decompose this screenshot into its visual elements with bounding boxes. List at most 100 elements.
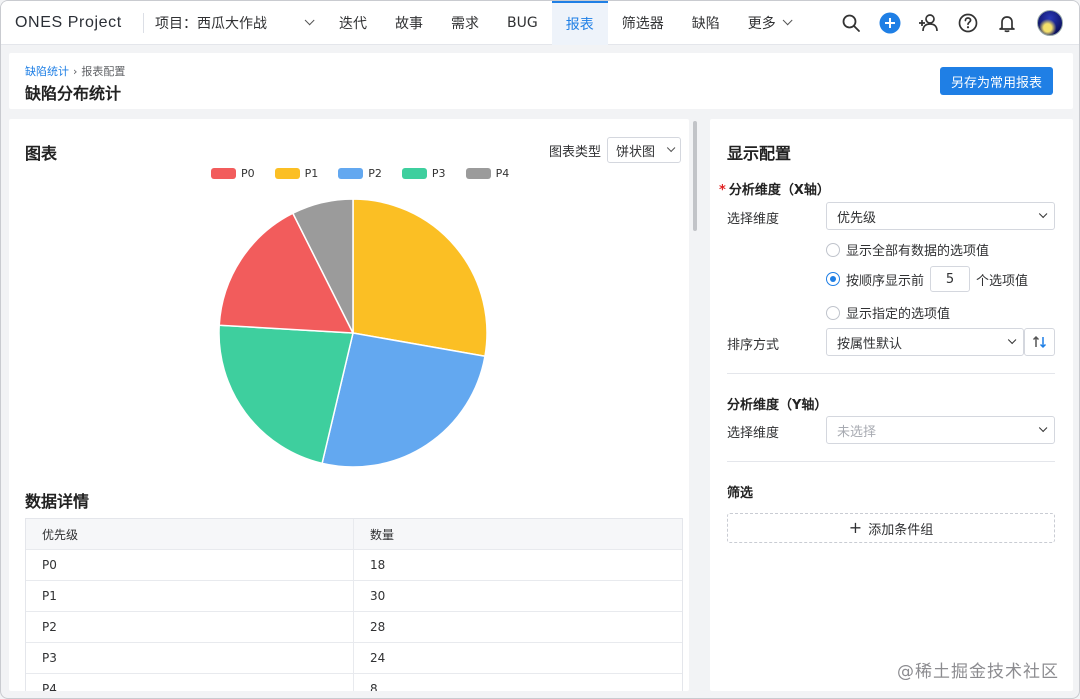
nav-item-report[interactable]: 报表 [551,1,608,45]
app-window: ONES Project 项目：西瓜大作战 迭代 故事 需求 BUG 报表 筛选… [0,0,1080,699]
chevron-down-icon [1038,209,1048,219]
page-header: 缺陷统计 › 报表配置 缺陷分布统计 另存为常用报表 [9,53,1073,109]
config-panel: 显示配置 * 分析维度（X轴） 选择维度 优先级 显示全部有数据的选项值 按顺序显… [710,119,1073,691]
table-row: P4 8 [26,674,682,691]
table-row: P0 18 [26,550,682,581]
user-avatar[interactable] [1037,9,1063,36]
chevron-down-icon [1038,423,1048,433]
x-dimension-select[interactable]: 优先级 [826,202,1055,230]
legend-label: P4 [495,167,510,180]
chevron-down-icon [304,15,315,26]
config-title: 显示配置 [727,144,792,163]
sort-arrows-icon [1032,335,1046,349]
required-marker: * [719,183,726,198]
breadcrumb-separator: › [73,64,78,78]
table-cell-count: 24 [370,651,386,665]
table-cell-priority: P4 [26,674,354,691]
y-axis-label: 分析维度（Y轴） [727,398,828,413]
breadcrumb: 缺陷统计 › 报表配置 [25,63,125,79]
nav-item-more[interactable]: 更多 [734,1,803,45]
table-cell-priority: P0 [26,550,354,580]
radio-show-top-prefix: 按顺序显示前 [846,273,925,289]
x-dimension-value: 优先级 [837,210,877,226]
nav-items: 迭代 故事 需求 BUG 报表 筛选器 缺陷 更多 [325,1,803,45]
top-navigation: ONES Project 项目：西瓜大作战 迭代 故事 需求 BUG 报表 筛选… [1,1,1079,45]
pie-slice-p1[interactable] [352,198,488,358]
y-dimension-select[interactable]: 未选择 [826,416,1055,444]
radio-show-all[interactable]: 显示全部有数据的选项值 [826,240,989,259]
add-icon[interactable] [879,12,901,34]
search-icon[interactable] [840,12,862,34]
breadcrumb-link-defect-stats[interactable]: 缺陷统计 [25,63,69,79]
save-as-report-button[interactable]: 另存为常用报表 [940,67,1053,95]
table-cell-priority: P3 [26,643,354,673]
x-axis-label: * 分析维度（X轴） [719,179,830,198]
table-cell-priority: P1 [26,581,354,611]
legend-swatch [274,168,300,179]
legend-swatch [401,168,427,179]
table-cell-count: 30 [370,589,386,603]
column-header-count[interactable]: 数量 [354,519,682,549]
legend-item[interactable]: P2 [338,167,382,180]
nav-item-requirement[interactable]: 需求 [437,1,493,45]
nav-item-filter[interactable]: 筛选器 [608,1,678,45]
legend-item[interactable]: P1 [274,167,319,180]
divider [727,461,1055,462]
legend-label: P1 [304,167,319,180]
nav-item-defect[interactable]: 缺陷 [678,1,734,45]
project-switcher[interactable]: 项目：西瓜大作战 [155,13,325,33]
table-row: P2 28 [26,612,682,643]
legend-label: P3 [431,167,446,180]
chart-type-select[interactable]: 饼状图 [607,137,681,163]
chart-type-value: 饼状图 [616,144,656,160]
nav-item-story[interactable]: 故事 [381,1,437,45]
radio-show-top[interactable]: 按顺序显示前 5 个选项值 [826,266,1028,292]
add-member-icon[interactable] [918,12,940,34]
table-cell-count: 8 [370,682,378,691]
table-row: P3 24 [26,643,682,674]
x-axis-label-text: 分析维度（X轴） [728,183,830,198]
pie-chart [218,198,488,468]
legend-swatch [211,168,236,179]
sort-order-button[interactable] [1024,328,1055,356]
column-header-priority[interactable]: 优先级 [26,519,354,549]
sort-label: 排序方式 [727,338,780,353]
table-row: P1 30 [26,581,682,612]
x-dimension-label: 选择维度 [727,212,780,227]
chart-type-label: 图表类型 [548,144,601,160]
nav-item-iteration[interactable]: 迭代 [325,1,381,45]
radio-show-top-suffix: 个选项值 [976,273,1029,289]
legend-item[interactable]: P4 [465,167,510,180]
y-dimension-placeholder: 未选择 [837,424,877,440]
bell-icon[interactable] [996,12,1018,34]
chart-type-control: 图表类型 饼状图 [549,137,681,163]
top-count-input[interactable]: 5 [930,266,971,292]
table-cell-count: 28 [370,620,386,634]
divider [727,373,1055,374]
chart-panel-scrollbar[interactable] [691,119,699,691]
table-header-row: 优先级 数量 [26,519,682,550]
nav-item-bug[interactable]: BUG [493,1,552,45]
scrollbar-thumb[interactable] [693,121,697,231]
y-dimension-label: 选择维度 [727,426,780,441]
legend-item[interactable]: P0 [211,167,255,180]
watermark: @稀土掘金技术社区 [897,662,1059,682]
nav-more-label: 更多 [747,15,776,32]
chart-legend: P0 P1 P2 P3 P4 [211,167,529,180]
chart-panel: 图表 图表类型 饼状图 P0 P1 P2 P3 P4 数据详情 优先级 数量 P… [9,119,689,691]
brand-logo[interactable]: ONES Project [15,14,133,32]
nav-actions [823,9,1063,36]
help-icon[interactable] [957,12,979,34]
legend-item[interactable]: P3 [401,167,446,180]
sort-select[interactable]: 按属性默认 [826,328,1024,356]
radio-show-specific[interactable]: 显示指定的选项值 [826,303,950,322]
details-table: 优先级 数量 P0 18 P1 30 P2 28 P3 24 P4 8 [25,518,683,691]
radio-show-specific-label: 显示指定的选项值 [846,307,951,322]
chevron-down-icon [782,15,793,26]
add-condition-group-button[interactable]: + 添加条件组 [727,513,1055,543]
legend-label: P2 [368,167,382,180]
filter-label: 筛选 [727,486,754,501]
chart-section-title: 图表 [25,144,58,163]
page-title: 缺陷分布统计 [25,84,122,103]
table-cell-count: 18 [370,558,386,572]
